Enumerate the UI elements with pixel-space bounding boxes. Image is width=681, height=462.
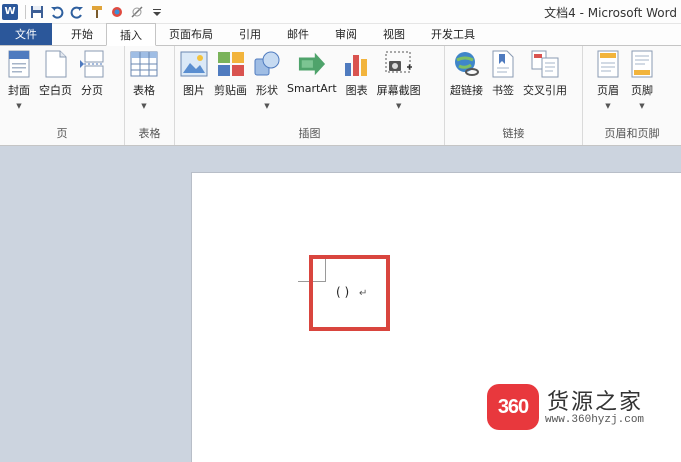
header-icon (594, 50, 622, 78)
clip-art-icon (217, 50, 245, 78)
watermark-title: 货源之家 (547, 390, 644, 415)
chevron-down-icon: ▼ (639, 102, 645, 110)
blank-page-button[interactable]: 空白页 (36, 50, 75, 110)
picture-button[interactable]: 图片 (177, 50, 211, 110)
chevron-down-icon: ▼ (16, 102, 22, 110)
page-break-icon (78, 50, 106, 78)
clip-art-button[interactable]: 剪贴画 (211, 50, 250, 110)
tab-mailings[interactable]: 邮件 (274, 23, 322, 45)
cross-reference-button[interactable]: 交叉引用 (520, 50, 570, 98)
chevron-down-icon: ▼ (141, 102, 147, 110)
chevron-down-icon: ▼ (395, 102, 402, 110)
smartart-button[interactable]: SmartArt (284, 50, 340, 110)
tab-developer[interactable]: 开发工具 (418, 23, 488, 45)
chart-icon (343, 50, 371, 78)
group-links-label: 链接 (502, 127, 525, 140)
tab-insert[interactable]: 插入 (106, 23, 156, 46)
group-links: 超链接 书签 交叉引用 链接 (445, 46, 583, 145)
chart-button[interactable]: 图表 (340, 50, 374, 110)
bookmark-icon (489, 50, 517, 78)
tab-review[interactable]: 审阅 (322, 23, 370, 45)
undo-icon[interactable] (49, 4, 65, 20)
watermark-url: www.360hyzj.com (545, 414, 645, 426)
screenshot-button[interactable]: 屏幕截图 ▼ (374, 50, 424, 110)
draw-icon[interactable] (129, 4, 145, 20)
chevron-down-icon: ▼ (605, 102, 611, 110)
table-icon (130, 50, 158, 78)
group-tables-label: 表格 (138, 127, 161, 140)
group-illustrations: 图片 剪贴画 形状 ▼ SmartArt 图表 屏幕截图 ▼ 插图 (175, 46, 445, 145)
redo-icon[interactable] (69, 4, 85, 20)
shapes-button[interactable]: 形状 ▼ (250, 50, 284, 110)
tab-references[interactable]: 引用 (226, 23, 274, 45)
ribbon-tabs: 文件 开始 插入 页面布局 引用 邮件 审阅 视图 开发工具 (0, 23, 681, 46)
ribbon: 封面 ▼ 空白页 分页 页 表格 ▼ 表格 图片 剪贴画 形状 ▼ SmartA… (0, 46, 681, 146)
tab-home[interactable]: 开始 (58, 23, 106, 45)
quick-access-toolbar: W (0, 3, 169, 20)
tab-view[interactable]: 视图 (370, 23, 418, 45)
qat-separator (25, 4, 26, 19)
group-pages: 封面 ▼ 空白页 分页 页 (0, 46, 125, 145)
group-header-footer-label: 页眉和页脚 (604, 127, 660, 140)
save-icon[interactable] (29, 4, 45, 20)
watermark: 360 货源之家 www.360hyzj.com (487, 384, 677, 432)
page-break-button[interactable]: 分页 (75, 50, 109, 110)
group-pages-label: 页 (56, 127, 68, 140)
footer-button[interactable]: 页脚 ▼ (625, 50, 659, 110)
hyperlink-button[interactable]: 超链接 (447, 50, 486, 98)
bookmark-button[interactable]: 书签 (486, 50, 520, 98)
watermark-logo: 360 (487, 384, 539, 430)
blank-page-icon (42, 50, 70, 78)
cross-reference-icon (531, 50, 559, 78)
picture-icon (180, 50, 208, 78)
smartart-icon (298, 50, 326, 78)
screenshot-icon (385, 50, 413, 78)
hyperlink-icon (453, 50, 481, 78)
highlight-box (309, 255, 390, 331)
header-button[interactable]: 页眉 ▼ (591, 50, 625, 110)
format-painter-icon[interactable] (89, 4, 105, 20)
customize-qat-icon[interactable] (149, 4, 165, 20)
footer-icon (628, 50, 656, 78)
group-illustrations-label: 插图 (298, 127, 321, 140)
chevron-down-icon: ▼ (264, 102, 270, 110)
tab-file[interactable]: 文件 (0, 23, 52, 45)
title-bar: W 文档4 - Microsoft Word (0, 0, 681, 24)
paragraph-mark: ↵ (359, 288, 368, 299)
group-tables: 表格 ▼ 表格 (125, 46, 175, 145)
color-icon[interactable] (109, 4, 125, 20)
table-button[interactable]: 表格 ▼ (127, 50, 161, 110)
word-logo-icon[interactable]: W (2, 3, 18, 20)
cover-page-button[interactable]: 封面 ▼ (2, 50, 36, 110)
group-header-footer: 页眉 ▼ 页脚 ▼ 页眉和页脚 (583, 46, 681, 145)
shapes-icon (253, 50, 281, 78)
window-title: 文档4 - Microsoft Word (544, 6, 677, 20)
cover-page-icon (5, 50, 33, 78)
document-text[interactable]: ( ) (336, 285, 349, 299)
tab-page-layout[interactable]: 页面布局 (156, 23, 226, 45)
